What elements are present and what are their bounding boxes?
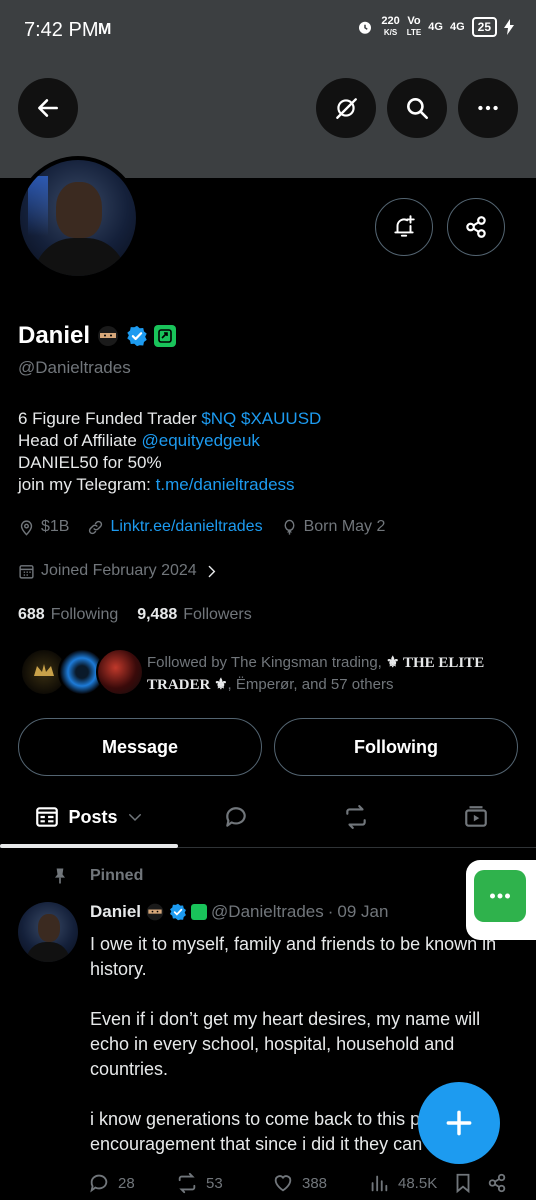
profile-meta: $1B Linktr.ee/danieltrades Born May 2 xyxy=(18,518,403,536)
views-bar-chart-icon xyxy=(371,1175,388,1192)
link-icon xyxy=(89,520,103,534)
post-header: Daniel @Danieltrades · 09 Jan xyxy=(90,902,389,922)
more-button[interactable] xyxy=(458,78,518,138)
repost-icon xyxy=(346,805,366,829)
ninja-emoji-icon xyxy=(98,326,119,346)
signal-2-icon: 4G xyxy=(449,21,465,33)
post-author-handle: @Danieltrades xyxy=(211,902,324,921)
post-date: 09 Jan xyxy=(337,902,389,921)
share-button[interactable] xyxy=(447,198,505,256)
mail-notification-icon: M xyxy=(98,21,112,38)
profile-bio: 6 Figure Funded Trader $NQ $XAUUSD Head … xyxy=(18,409,322,494)
bookmark-icon xyxy=(456,1173,470,1194)
notifications-button[interactable] xyxy=(375,198,433,256)
cashtag-link[interactable]: $NQ $XAUUSD xyxy=(201,409,321,428)
profile-birthday: Born May 2 xyxy=(281,518,385,536)
profile-website[interactable]: Linktr.ee/danieltrades xyxy=(87,518,263,536)
profile-joined-row[interactable]: Joined February 2024 xyxy=(18,562,238,580)
repost-icon xyxy=(178,1172,196,1194)
status-indicators: 220 K/S Vo LTE 4G 4G 25 xyxy=(356,16,514,38)
following-count[interactable]: 688 Following xyxy=(18,606,118,623)
reply-icon xyxy=(90,1174,108,1193)
status-time: 7:42 PM xyxy=(24,19,99,41)
profile-handle: @Danieltrades xyxy=(18,358,131,377)
profile-joined[interactable]: Joined February 2024 xyxy=(18,562,220,580)
tab-replies[interactable] xyxy=(196,786,276,848)
post-share-button[interactable] xyxy=(486,1172,516,1194)
telegram-link[interactable]: t.me/danieltradess xyxy=(156,475,295,494)
signal-1-icon: 4G xyxy=(428,21,443,33)
message-button[interactable]: Message xyxy=(18,718,262,776)
mention-link[interactable]: @equityedgeuk xyxy=(142,431,260,450)
battery-icon: 25 xyxy=(471,17,497,37)
heart-icon xyxy=(274,1175,292,1192)
following-button[interactable]: Following xyxy=(274,718,518,776)
grok-button[interactable] xyxy=(316,78,376,138)
affiliate-badge-icon xyxy=(191,904,208,920)
floating-chat-bubble[interactable] xyxy=(466,860,536,940)
followed-by-text: Followed by The Kingsman trading, ⚜ THE … xyxy=(147,654,485,693)
tab-media[interactable] xyxy=(436,786,516,848)
follow-counts: 688 Following 9,488 Followers xyxy=(18,606,252,624)
followed-by-row[interactable]: Followed by The Kingsman trading, ⚜ THE … xyxy=(20,646,520,698)
chat-dots-icon xyxy=(490,893,510,899)
chevron-down-icon xyxy=(128,814,141,822)
search-icon xyxy=(407,98,429,120)
location-pin-icon xyxy=(20,519,33,536)
alarm-icon xyxy=(359,21,372,34)
bell-plus-icon xyxy=(394,215,415,237)
reply-bubble-icon xyxy=(226,807,246,827)
profile-location: $1B xyxy=(18,518,69,536)
net-speed: 220 K/S xyxy=(381,15,400,38)
grok-icon xyxy=(336,98,357,119)
followers-count[interactable]: 9,488 Followers xyxy=(137,606,252,623)
verified-badge-icon xyxy=(170,903,186,921)
affiliate-badge-icon[interactable] xyxy=(154,325,177,347)
tab-posts[interactable]: Posts xyxy=(0,786,178,848)
post-author-name[interactable]: Daniel xyxy=(90,902,141,922)
tab-reposts[interactable] xyxy=(316,786,396,848)
plus-icon xyxy=(446,1110,472,1136)
profile-name-row: Daniel xyxy=(18,322,177,350)
calendar-icon xyxy=(19,564,34,579)
views-button[interactable]: 48.5K xyxy=(368,1172,452,1194)
reply-button[interactable]: 28 xyxy=(88,1172,176,1194)
back-button[interactable] xyxy=(18,78,78,138)
active-tab-indicator xyxy=(0,844,178,848)
ninja-emoji-icon xyxy=(146,903,164,921)
pin-icon xyxy=(55,868,65,884)
posts-icon xyxy=(36,807,59,827)
media-icon xyxy=(465,806,487,827)
profile-avatar[interactable] xyxy=(16,156,140,280)
post-author-avatar[interactable] xyxy=(18,902,78,962)
verified-badge-icon[interactable] xyxy=(126,325,148,347)
more-horizontal-icon xyxy=(478,105,498,111)
compose-post-button[interactable] xyxy=(418,1082,500,1164)
like-button[interactable]: 388 xyxy=(272,1172,368,1194)
status-bar: 7:42 PM M 220 K/S Vo LTE 4G 4G 25 xyxy=(0,0,536,60)
charging-icon xyxy=(504,19,514,35)
post-actions: 28 53 388 48.5K xyxy=(88,1172,528,1194)
repost-button[interactable]: 53 xyxy=(176,1172,272,1194)
profile-name: Daniel xyxy=(18,322,91,349)
pinned-indicator: Pinned xyxy=(50,866,143,886)
follower-avatar-emperor xyxy=(96,648,144,696)
share-icon xyxy=(488,1173,506,1193)
chevron-right-icon xyxy=(208,565,215,577)
search-button[interactable] xyxy=(387,78,447,138)
share-icon xyxy=(466,216,486,238)
arrow-left-icon xyxy=(38,99,58,117)
balloon-icon xyxy=(284,519,295,535)
bookmark-button[interactable] xyxy=(452,1172,486,1194)
profile-tabs: Posts xyxy=(0,786,536,848)
volte-indicator: Vo LTE xyxy=(406,15,422,38)
